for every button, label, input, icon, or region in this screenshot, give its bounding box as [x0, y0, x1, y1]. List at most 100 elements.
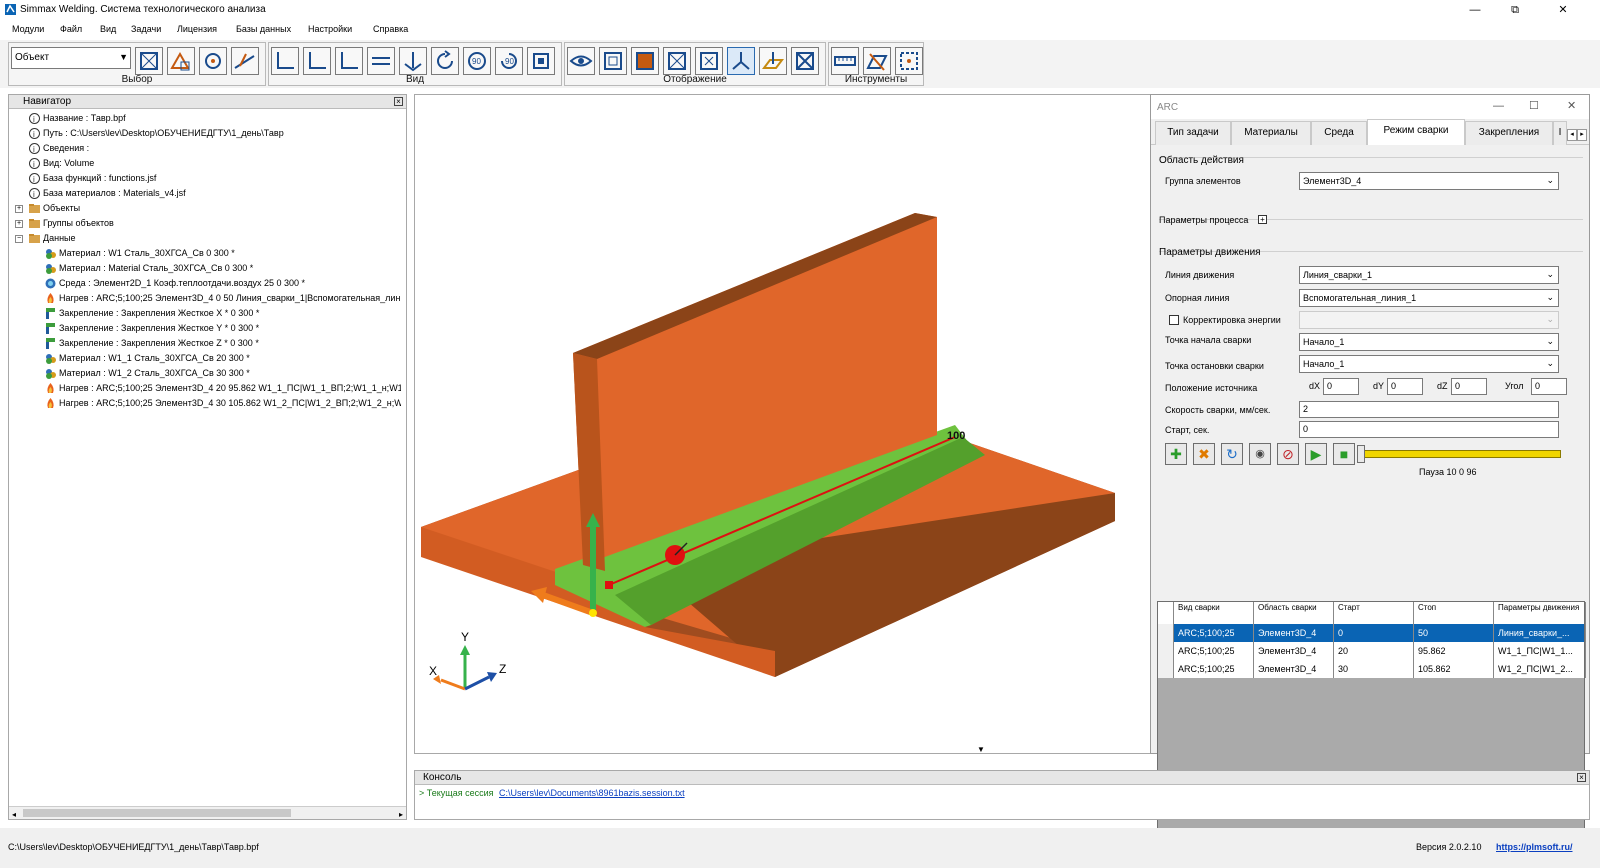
- clear-path-button[interactable]: ⊘: [1277, 443, 1299, 465]
- tree-data-item[interactable]: Закрепление : Закрепления Жесткое X * 0 …: [9, 306, 401, 321]
- show-mesh-button[interactable]: [599, 47, 627, 75]
- navigator-hscrollbar[interactable]: ◂ ▸: [9, 806, 406, 819]
- tab-next-button[interactable]: ▸: [1577, 129, 1587, 141]
- console-session-link[interactable]: C:\Users\lev\Documents\8961bazis.session…: [499, 788, 685, 798]
- tree-info-item[interactable]: i Вид: Volume: [9, 156, 401, 171]
- show-elements-button[interactable]: [695, 47, 723, 75]
- select-face-button[interactable]: [167, 47, 195, 75]
- play-button[interactable]: ▶: [1305, 443, 1327, 465]
- view-zy-button[interactable]: [335, 47, 363, 75]
- row-selector[interactable]: [1158, 660, 1174, 678]
- angle-input[interactable]: 0: [1531, 378, 1567, 395]
- tree-info-item[interactable]: i База материалов : Materials_v4.jsf: [9, 186, 401, 201]
- tab-fixings[interactable]: Закрепления: [1465, 121, 1553, 145]
- tree-data-item[interactable]: Материал : W1_1 Сталь_30ХГСА_Св 20 300 *: [9, 351, 401, 366]
- ref-line-dropdown[interactable]: Вспомогательная_линия_1 ⌄: [1299, 289, 1559, 307]
- tree-info-item[interactable]: i Путь : C:\Users\lev\Desktop\ОБУЧЕНИЕДГТ…: [9, 126, 401, 141]
- table-row[interactable]: ARC;5;100;25 Элемент3D_4 0 50 Линия_сварки_.…: [1158, 624, 1586, 642]
- expand-toggle-icon[interactable]: −: [15, 235, 23, 243]
- expand-toggle-icon[interactable]: +: [15, 220, 23, 228]
- view-flip-button[interactable]: [367, 47, 395, 75]
- tab-environment[interactable]: Среда: [1311, 121, 1367, 145]
- table-header-cell[interactable]: Стоп: [1414, 602, 1494, 624]
- object-select-dropdown[interactable]: Объект ▼: [11, 47, 131, 69]
- menu-view[interactable]: Вид: [100, 24, 116, 34]
- delete-weld-button[interactable]: ✖: [1193, 443, 1215, 465]
- status-site-link[interactable]: https://plmsoft.ru/: [1496, 842, 1573, 852]
- scroll-right-icon[interactable]: ▸: [399, 810, 403, 819]
- tree-data-item[interactable]: Нагрев : ARC;5;100;25 Элемент3D_4 0 50 Л…: [9, 291, 401, 306]
- tree-data-item[interactable]: Закрепление : Закрепления Жесткое Z * 0 …: [9, 336, 401, 351]
- arc-minimize-button[interactable]: —: [1493, 100, 1504, 112]
- table-header-cell[interactable]: Вид сварки: [1174, 602, 1254, 624]
- tree-folder-item[interactable]: + Группы объектов: [9, 216, 401, 231]
- arc-close-button[interactable]: ✕: [1567, 99, 1576, 112]
- menu-databases[interactable]: Базы данных: [236, 24, 291, 34]
- show-axes-button[interactable]: [727, 47, 755, 75]
- rotate-90-back-button[interactable]: 90: [495, 47, 523, 75]
- tab-task-type[interactable]: Тип задачи: [1155, 121, 1231, 145]
- tree-data-item[interactable]: Среда : Элемент2D_1 Коэф.теплоотдачи.воз…: [9, 276, 401, 291]
- add-weld-button[interactable]: ✚: [1165, 443, 1187, 465]
- table-header-cell[interactable]: Старт: [1334, 602, 1414, 624]
- tree-data-item[interactable]: Материал : W1 Сталь_30ХГСА_Св 0 300 *: [9, 246, 401, 261]
- table-row[interactable]: ARC;5;100;25 Элемент3D_4 30 105.862 W1_2_ПС|…: [1158, 660, 1586, 678]
- dy-input[interactable]: 0: [1387, 378, 1423, 395]
- tree-data-item[interactable]: Нагрев : ARC;5;100;25 Элемент3D_4 30 105…: [9, 396, 401, 411]
- show-plane-button[interactable]: [759, 47, 787, 75]
- maximize-button[interactable]: ⧉: [1500, 2, 1530, 18]
- tree-data-item[interactable]: Закрепление : Закрепления Жесткое Y * 0 …: [9, 321, 401, 336]
- energy-corr-checkbox[interactable]: [1169, 315, 1179, 325]
- table-header-cell[interactable]: Параметры движения: [1494, 602, 1586, 624]
- view-iso-button[interactable]: [399, 47, 427, 75]
- rotate-90-button[interactable]: 90: [463, 47, 491, 75]
- close-button[interactable]: ✕: [1548, 2, 1578, 18]
- tree-folder-item[interactable]: + Объекты: [9, 201, 401, 216]
- playback-slider[interactable]: [1361, 450, 1561, 458]
- rotate-view-button[interactable]: [431, 47, 459, 75]
- menu-tasks[interactable]: Задачи: [131, 24, 161, 34]
- tab-more[interactable]: I: [1553, 121, 1567, 145]
- tree-data-item[interactable]: Материал : W1_2 Сталь_30ХГСА_Св 30 300 *: [9, 366, 401, 381]
- fit-view-button[interactable]: [527, 47, 555, 75]
- refresh-button[interactable]: ↻: [1221, 443, 1243, 465]
- tree-data-item[interactable]: Нагрев : ARC;5;100;25 Элемент3D_4 20 95.…: [9, 381, 401, 396]
- scroll-left-icon[interactable]: ◂: [12, 810, 16, 819]
- preview-button[interactable]: ◉: [1249, 443, 1271, 465]
- menu-settings[interactable]: Настройки: [308, 24, 352, 34]
- console-scrollbar[interactable]: [1577, 789, 1587, 819]
- row-selector[interactable]: [1158, 642, 1174, 660]
- stop-button[interactable]: ■: [1333, 443, 1355, 465]
- speed-input[interactable]: 2: [1299, 401, 1559, 418]
- arc-maximize-button[interactable]: ☐: [1529, 99, 1539, 112]
- ruler-button[interactable]: [831, 47, 859, 75]
- tab-materials[interactable]: Материалы: [1231, 121, 1311, 145]
- minimize-button[interactable]: —: [1460, 2, 1490, 18]
- select-edge-button[interactable]: [231, 47, 259, 75]
- weld-model-render[interactable]: 100 Y X Z: [415, 95, 1121, 753]
- row-selector[interactable]: [1158, 624, 1174, 642]
- motion-line-dropdown[interactable]: Линия_сварки_1 ⌄: [1299, 266, 1559, 284]
- menu-modules[interactable]: Модули: [12, 24, 44, 34]
- playback-slider-handle[interactable]: [1357, 445, 1365, 463]
- expand-toggle-icon[interactable]: +: [15, 205, 23, 213]
- menu-help[interactable]: Справка: [373, 24, 408, 34]
- show-surface-button[interactable]: [567, 47, 595, 75]
- tree-info-item[interactable]: i Название : Тавр.bpf: [9, 111, 401, 126]
- start-time-input[interactable]: 0: [1299, 421, 1559, 438]
- tree-data-item[interactable]: Материал : Material Сталь_30ХГСА_Св 0 30…: [9, 261, 401, 276]
- tree-info-item[interactable]: i База функций : functions.jsf: [9, 171, 401, 186]
- navigator-close-button[interactable]: ×: [394, 97, 403, 106]
- dx-input[interactable]: 0: [1323, 378, 1359, 395]
- view-xz-button[interactable]: [303, 47, 331, 75]
- menu-file[interactable]: Файл: [60, 24, 82, 34]
- console-expand-icon[interactable]: ▼: [977, 745, 985, 754]
- probe-tool-button[interactable]: [895, 47, 923, 75]
- tree-folder-item[interactable]: − Данные: [9, 231, 401, 246]
- group-dropdown[interactable]: Элемент3D_4 ⌄: [1299, 172, 1559, 190]
- view-xy-button[interactable]: [271, 47, 299, 75]
- menu-license[interactable]: Лицензия: [177, 24, 217, 34]
- scroll-thumb[interactable]: [23, 809, 291, 817]
- start-point-dropdown[interactable]: Начало_1 ⌄: [1299, 333, 1559, 351]
- tree-info-item[interactable]: i Сведения :: [9, 141, 401, 156]
